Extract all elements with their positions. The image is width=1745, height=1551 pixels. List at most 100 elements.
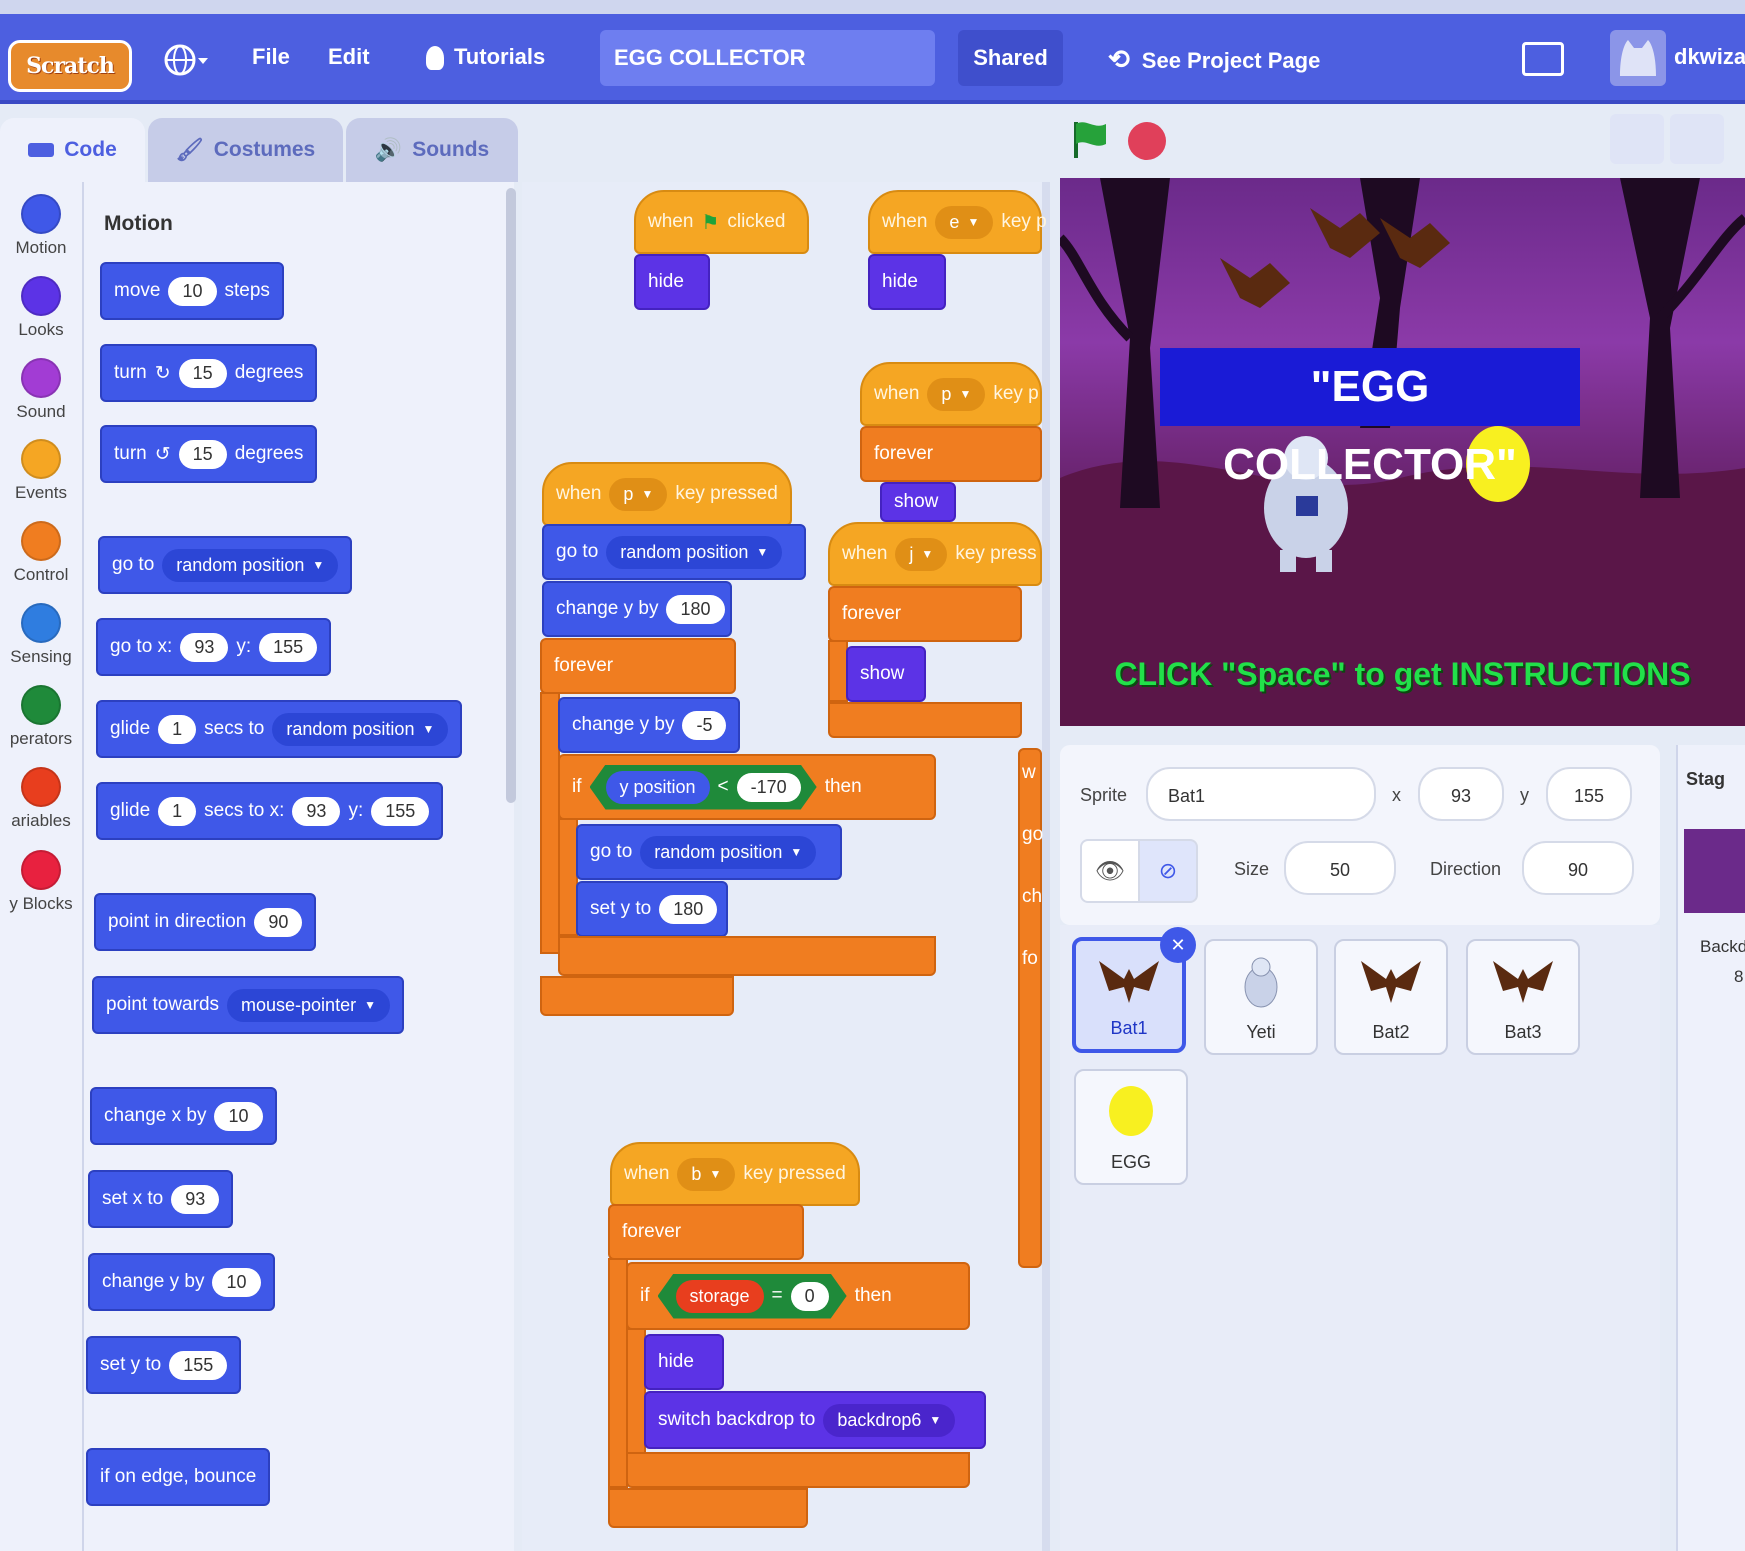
see-project-page-link[interactable]: ⟲ See Project Page xyxy=(1108,44,1320,75)
value-input[interactable]: -170 xyxy=(737,773,801,802)
forever-block[interactable]: forever xyxy=(828,586,1022,642)
green-flag-button[interactable] xyxy=(1070,118,1110,162)
go-to-block[interactable]: go to random position ▼ xyxy=(576,824,842,880)
point-in-direction-block[interactable]: point in direction 90 xyxy=(94,893,317,951)
value-input[interactable]: 10 xyxy=(212,1267,261,1297)
sprite-thumb-bat3[interactable]: Bat3 xyxy=(1466,939,1580,1055)
less-than-operator[interactable]: y position < -170 xyxy=(590,765,817,810)
turn-left-block[interactable]: turn ↺ 15 degrees xyxy=(100,425,318,483)
hide-block[interactable]: hide xyxy=(644,1334,724,1390)
backdrop-dropdown[interactable]: backdrop6 ▼ xyxy=(823,1403,956,1437)
sprite-thumb-yeti[interactable]: Yeti xyxy=(1204,939,1318,1055)
category-motion[interactable]: Motion xyxy=(0,194,82,258)
show-sprite-button[interactable]: 👁 xyxy=(1080,839,1140,903)
secs-input[interactable]: 1 xyxy=(158,714,197,744)
key-dropdown[interactable]: p ▼ xyxy=(927,377,986,411)
change-y-block[interactable]: change y by 180 xyxy=(542,581,732,637)
shared-button[interactable]: Shared xyxy=(958,30,1063,86)
sprite-thumb-bat2[interactable]: Bat2 xyxy=(1334,939,1448,1055)
direction-input[interactable]: 90 xyxy=(254,907,303,937)
switch-backdrop-block[interactable]: switch backdrop to backdrop6 ▼ xyxy=(644,1391,986,1449)
turn-right-block[interactable]: turn ↻ 15 degrees xyxy=(100,344,318,402)
move-steps-block[interactable]: move 10 steps xyxy=(100,262,284,320)
stage-selector-panel[interactable]: Stag Backd 8 xyxy=(1676,745,1745,1551)
change-x-block[interactable]: change x by 10 xyxy=(90,1087,277,1145)
x-input[interactable]: 93 xyxy=(1418,767,1504,821)
hide-block[interactable]: hide xyxy=(634,254,710,310)
large-stage-button[interactable] xyxy=(1670,114,1724,164)
y-input[interactable]: 155 xyxy=(1546,767,1632,821)
when-key-pressed-hat[interactable]: when j ▼ key press xyxy=(828,522,1042,586)
when-key-pressed-hat[interactable]: when p ▼ key pressed xyxy=(542,462,792,526)
value-input[interactable]: 10 xyxy=(214,1101,263,1131)
sprite-thumb-egg[interactable]: EGG xyxy=(1074,1069,1188,1185)
backdrop-thumbnail[interactable] xyxy=(1684,829,1745,913)
sprite-thumb-bat1[interactable]: Bat1 ✕ xyxy=(1072,927,1196,1053)
change-y-block[interactable]: change y by 10 xyxy=(88,1253,275,1311)
category-events[interactable]: Events xyxy=(0,439,82,503)
set-x-block[interactable]: set x to 93 xyxy=(88,1170,234,1228)
value-input[interactable]: 93 xyxy=(171,1184,220,1214)
my-stuff-folder-icon[interactable] xyxy=(1522,42,1564,76)
category-sound[interactable]: Sound xyxy=(0,358,82,422)
forever-block[interactable]: forever xyxy=(540,638,736,694)
show-block[interactable]: show xyxy=(846,646,926,702)
hide-block[interactable]: hide xyxy=(868,254,946,310)
tutorials-menu[interactable]: Tutorials xyxy=(426,44,545,71)
tab-costumes[interactable]: 🖌 Costumes xyxy=(148,118,343,182)
username[interactable]: dkwiza xyxy=(1674,44,1745,70)
change-y-block[interactable]: change y by -5 xyxy=(558,697,740,753)
value-input[interactable]: 0 xyxy=(791,1282,829,1311)
target-dropdown[interactable]: random position ▼ xyxy=(272,712,449,746)
file-menu[interactable]: File xyxy=(252,44,290,70)
stage-canvas[interactable]: "EGG COLLECTOR" CLICK "Space" to get INS… xyxy=(1060,178,1745,726)
value-input[interactable]: -5 xyxy=(682,710,727,740)
forever-block[interactable]: forever xyxy=(860,426,1042,482)
go-to-block[interactable]: go to random position ▼ xyxy=(98,536,353,594)
category-sensing[interactable]: Sensing xyxy=(0,603,82,667)
sprite-name-input[interactable]: Bat1 xyxy=(1146,767,1376,821)
y-input[interactable]: 155 xyxy=(259,632,318,662)
degrees-input[interactable]: 15 xyxy=(178,358,227,388)
edit-menu[interactable]: Edit xyxy=(328,44,370,70)
forever-block[interactable]: forever xyxy=(608,1204,804,1260)
value-input[interactable]: 180 xyxy=(666,594,725,624)
key-dropdown[interactable]: j ▼ xyxy=(895,537,948,571)
category-my-blocks[interactable]: y Blocks xyxy=(0,850,82,914)
direction-input[interactable]: 90 xyxy=(1522,841,1634,895)
point-towards-block[interactable]: point towards mouse-pointer ▼ xyxy=(92,976,404,1034)
category-looks[interactable]: Looks xyxy=(0,276,82,340)
if-then-block[interactable]: if y position < -170 then xyxy=(558,754,936,820)
category-variables[interactable]: ariables xyxy=(0,767,82,831)
language-globe-icon[interactable] xyxy=(164,42,208,83)
category-control[interactable]: Control xyxy=(0,521,82,585)
partial-script[interactable]: w go ch fo xyxy=(1018,748,1043,1268)
key-dropdown[interactable]: b ▼ xyxy=(677,1157,736,1191)
storage-variable[interactable]: storage xyxy=(676,1280,764,1313)
palette-scrollbar[interactable] xyxy=(506,188,516,803)
y-input[interactable]: 155 xyxy=(371,796,430,826)
tab-code[interactable]: Code xyxy=(0,118,145,182)
when-key-pressed-hat[interactable]: when p ▼ key p xyxy=(860,362,1042,426)
tab-sounds[interactable]: 🔊 Sounds xyxy=(346,118,518,182)
target-dropdown[interactable]: random position ▼ xyxy=(640,835,817,869)
go-to-block[interactable]: go to random position ▼ xyxy=(542,524,806,580)
value-input[interactable]: 155 xyxy=(169,1350,228,1380)
y-position-reporter[interactable]: y position xyxy=(606,771,710,804)
hide-sprite-button[interactable]: ⊘ xyxy=(1138,839,1198,903)
target-dropdown[interactable]: mouse-pointer ▼ xyxy=(227,988,390,1022)
when-key-pressed-hat[interactable]: when b ▼ key pressed xyxy=(610,1142,860,1206)
target-dropdown[interactable]: random position ▼ xyxy=(162,548,339,582)
when-key-pressed-hat[interactable]: when e ▼ key p xyxy=(868,190,1047,254)
equals-operator[interactable]: storage = 0 xyxy=(658,1274,847,1319)
glide-to-block[interactable]: glide 1 secs to random position ▼ xyxy=(96,700,463,758)
set-y-block[interactable]: set y to 155 xyxy=(86,1336,242,1394)
when-flag-clicked-hat[interactable]: when ⚑ clicked xyxy=(634,190,809,254)
small-stage-button[interactable] xyxy=(1610,114,1664,164)
steps-input[interactable]: 10 xyxy=(168,276,217,306)
if-on-edge-bounce-block[interactable]: if on edge, bounce xyxy=(86,1448,271,1506)
go-to-xy-block[interactable]: go to x: 93 y: 155 xyxy=(96,618,332,676)
x-input[interactable]: 93 xyxy=(180,632,229,662)
category-operators[interactable]: perators xyxy=(0,685,82,749)
project-title-input[interactable]: EGG COLLECTOR xyxy=(600,30,935,86)
